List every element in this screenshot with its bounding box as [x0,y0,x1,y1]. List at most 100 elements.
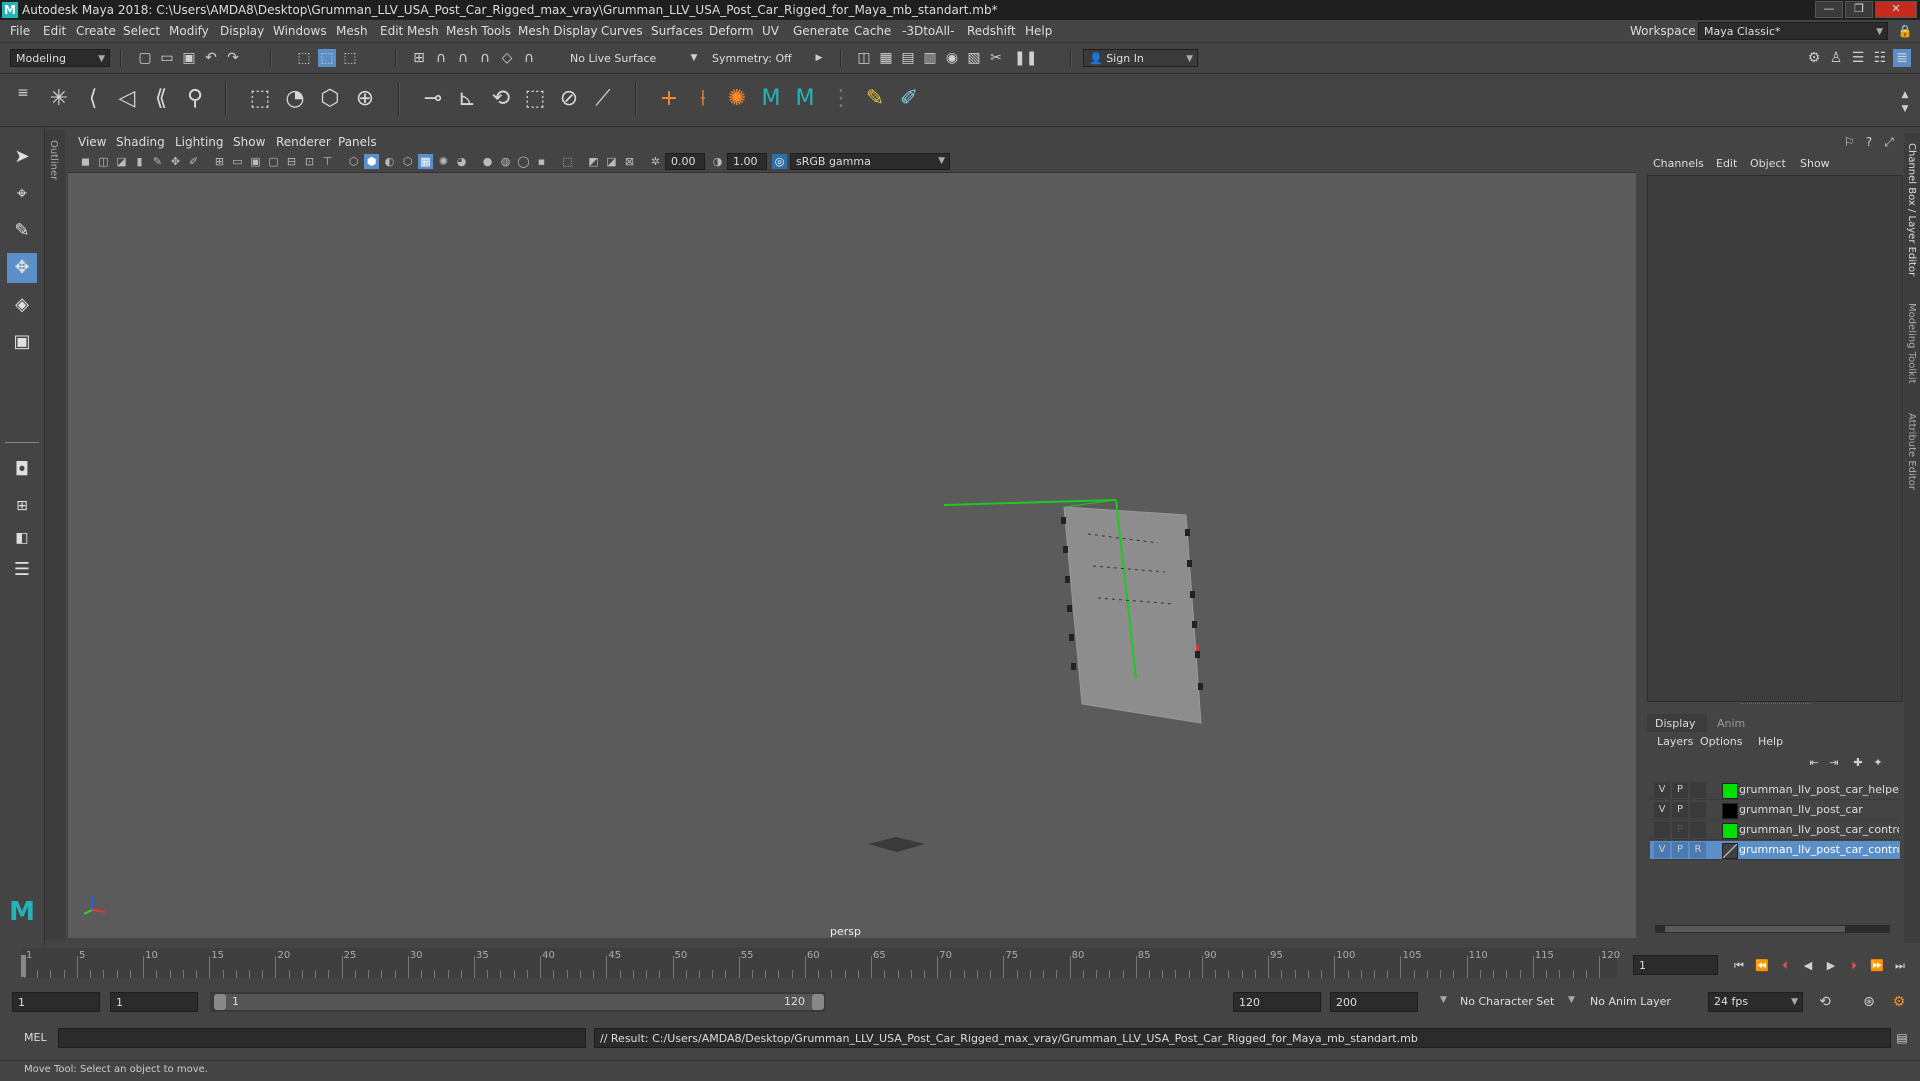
select-tool-icon[interactable]: ➤ [7,142,37,172]
workspace-dropdown[interactable]: Maya Classic* ▼ [1698,22,1888,40]
toggle-tool-settings-icon[interactable]: ☷ [1871,49,1889,67]
chevron-down-icon[interactable]: ▼ [1440,995,1447,1005]
render-setup-icon[interactable]: ▧ [965,49,983,67]
panel-menu-renderer[interactable]: Renderer [276,135,331,149]
grid-icon[interactable]: ⊞ [212,154,227,169]
smooth-skin-icon[interactable]: ◔ [280,84,310,114]
loop-icon[interactable]: ⟲ [1816,993,1834,1011]
menu-curves[interactable]: Curves [601,24,643,38]
hypershade-icon[interactable]: ◉ [943,49,961,67]
menu-surfaces[interactable]: Surfaces [651,24,703,38]
channels-menu[interactable]: Channels [1653,157,1704,170]
menu-create[interactable]: Create [76,24,116,38]
cluster-icon[interactable]: ⊕ [350,84,380,114]
use-all-lights-icon[interactable]: ✺ [436,154,451,169]
lock-icon[interactable]: 🔒 [1896,22,1914,40]
help-menu[interactable]: Help [1758,735,1783,748]
open-scene-icon[interactable]: ▭ [158,49,176,67]
menu-help[interactable]: Help [1025,24,1052,38]
xray-icon[interactable]: ◩ [586,154,601,169]
close-button[interactable]: ✕ [1875,1,1917,18]
constraint-parent-icon[interactable]: ⊸ [418,84,448,114]
gamma-icon[interactable]: ◑ [710,154,725,169]
command-input[interactable] [58,1028,586,1048]
exposure-icon[interactable]: ✲ [648,154,663,169]
range-slider-handle[interactable]: 1 120 [214,994,824,1010]
playback-toggle[interactable]: P [1672,802,1688,818]
pencil-icon[interactable]: ✐ [186,154,201,169]
wireframe-on-shaded-icon[interactable]: ⬡ [400,154,415,169]
splitter-handle[interactable] [1740,703,1810,706]
ik-spline-icon[interactable]: ⟪ [146,84,176,114]
hik-character-icon[interactable]: ✺ [722,84,752,114]
lasso-tool-icon[interactable]: ⌖ [7,179,37,209]
film-gate-icon[interactable]: ▭ [230,154,245,169]
menu-edit-mesh[interactable]: Edit Mesh [380,24,439,38]
edit-menu[interactable]: Edit [1716,157,1737,170]
toggle-attribute-editor-icon[interactable]: ☰ [1849,49,1867,67]
constraint-scale-icon[interactable]: ⬚ [520,84,550,114]
step-forward-frame-icon[interactable]: ⏵ [1845,957,1863,975]
menu-file[interactable]: File [10,24,30,38]
channel-box[interactable] [1647,175,1903,702]
snap-grid-icon[interactable]: ⊞ [410,49,428,67]
skeleton-icon[interactable]: ⚲ [180,84,210,114]
layer-name[interactable]: grumman_llv_post_car [1739,803,1899,816]
range-start-grip[interactable] [214,994,226,1010]
field-chart-icon[interactable]: ⊟ [284,154,299,169]
bind-skin-icon[interactable]: ⬚ [245,84,275,114]
panel-menu-show[interactable]: Show [233,135,265,149]
visibility-toggle[interactable]: V [1654,782,1670,798]
humanik-icon[interactable]: M [756,84,786,114]
panel-menu-view[interactable]: View [78,135,106,149]
visibility-toggle[interactable]: V [1654,802,1670,818]
textured-icon[interactable]: ▦ [418,154,433,169]
script-editor-icon[interactable]: ▤ [1893,1029,1911,1047]
chevron-right-icon[interactable]: ▶ [810,49,828,67]
render-frame-icon[interactable]: ▦ [877,49,895,67]
move-layer-up-icon[interactable]: ⇤ [1805,754,1823,772]
menu-3dtoall[interactable]: -3DtoAll- [902,24,954,38]
layer-scrollbar-thumb[interactable] [1665,926,1845,932]
step-back-key-icon[interactable]: ⏪ [1753,957,1771,975]
shelf-scroll-down-icon[interactable]: ▼ [1896,100,1914,118]
redo-icon[interactable]: ↷ [224,49,242,67]
menu-modify[interactable]: Modify [169,24,209,38]
screen-space-ao-icon[interactable]: ● [480,154,495,169]
color-management-icon[interactable]: ◎ [772,154,787,169]
menu-select[interactable]: Select [123,24,160,38]
scale-tool-icon[interactable]: ▣ [7,327,37,357]
panel-menu-shading[interactable]: Shading [116,135,165,149]
rotate-tool-icon[interactable]: ◈ [7,290,37,320]
exposure-field[interactable]: 0.00 [665,153,705,170]
layer-name[interactable]: grumman_llv_post_car_controllers [1739,843,1899,856]
new-empty-layer-icon[interactable]: ✚ [1849,754,1867,772]
move-layer-down-icon[interactable]: ⇥ [1825,754,1843,772]
current-frame-field[interactable]: 1 [1633,955,1718,975]
time-ruler[interactable]: 1 5 10 15 20 25 30 35 40 45 50 55 60 65 70 75 80 85 90 95 10… [22,948,1620,978]
play-forwards-icon[interactable]: ▶ [1822,957,1840,975]
menu-cache[interactable]: Cache [854,24,891,38]
ipr-render-icon[interactable]: ▤ [899,49,917,67]
step-back-frame-icon[interactable]: ⏴ [1776,957,1794,975]
layer-row-selected[interactable]: V P R grumman_llv_post_car_controllers [1650,841,1900,860]
render-view-icon[interactable]: ▥ [921,49,939,67]
make-live-icon[interactable]: ∩ [520,49,538,67]
menu-deform[interactable]: Deform [709,24,754,38]
select-hierarchy-icon[interactable]: ⬚ [295,49,313,67]
menu-display[interactable]: Display [220,24,264,38]
side-tab-attribute-editor[interactable]: Attribute Editor [1906,413,1917,490]
auto-key-icon[interactable]: ⊛ [1860,993,1878,1011]
2d-pan-zoom-icon[interactable]: ✥ [168,154,183,169]
gamma-field[interactable]: 1.00 [727,153,767,170]
visibility-toggle[interactable]: V [1654,842,1670,858]
symmetry-label[interactable]: Symmetry: Off [712,52,792,65]
grease-pencil-icon[interactable]: ✎ [150,154,165,169]
menu-mesh-tools[interactable]: Mesh Tools [446,24,511,38]
help-icon[interactable]: ? [1860,133,1878,151]
paint-select-tool-icon[interactable]: ✎ [7,216,37,246]
motion-blur-icon[interactable]: ◍ [498,154,513,169]
play-backwards-icon[interactable]: ◀ [1799,957,1817,975]
chevron-down-icon[interactable]: ▼ [1568,995,1575,1005]
layer-row[interactable]: V P grumman_llv_post_car [1650,801,1900,820]
